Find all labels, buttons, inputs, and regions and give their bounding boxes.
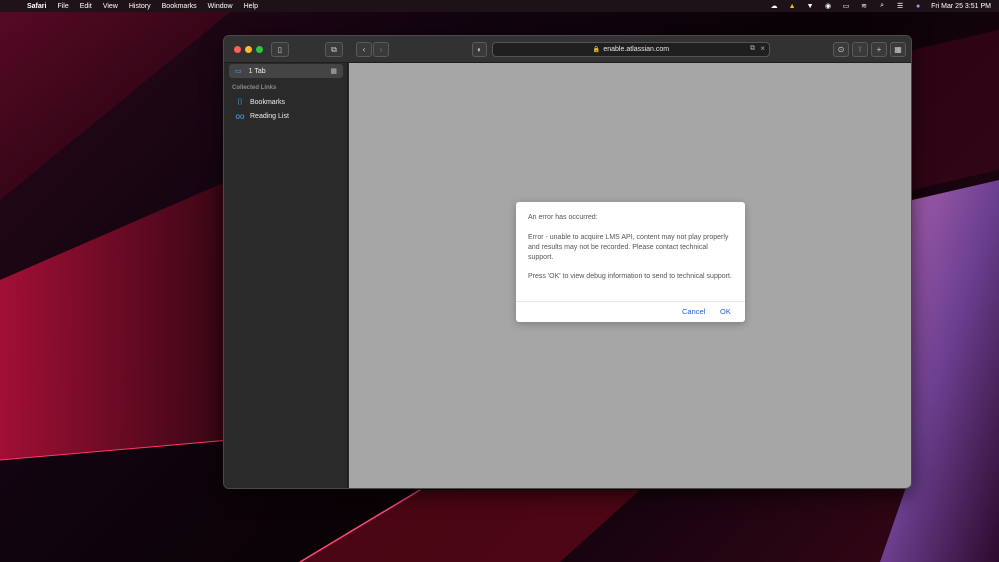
bookmark-icon: ⌷ <box>237 97 243 106</box>
error-dialog: An error has occurred: Error - unable to… <box>516 202 745 322</box>
cancel-button[interactable]: Cancel <box>682 307 705 317</box>
grid-icon: ▦ <box>894 45 902 54</box>
grid-icon[interactable]: ▦ <box>330 67 337 75</box>
control-center-icon[interactable]: ☰ <box>895 2 905 10</box>
privacy-report-button[interactable]: ◐ <box>472 42 487 57</box>
minimize-window-button[interactable] <box>245 46 252 53</box>
sidebar-section-title: Collected Links <box>232 85 277 91</box>
search-icon[interactable]: ⌕ <box>877 2 887 10</box>
close-tab-icon[interactable]: × <box>760 44 765 53</box>
siri-icon[interactable]: ● <box>913 2 923 10</box>
chevron-right-icon: › <box>379 45 383 54</box>
wifi-icon[interactable]: ≋ <box>859 2 869 10</box>
plus-icon: + <box>876 45 882 54</box>
status-area: ☁ ▲ ▼ ◉ ▭ ≋ ⌕ ☰ ● Fri Mar 25 3:51 PM <box>769 2 991 10</box>
address-bar[interactable]: 🔒 enable.atlassian.com ⧉ × <box>492 42 770 57</box>
tab-overview-button[interactable]: ▦ <box>890 42 906 57</box>
forward-button[interactable]: › <box>373 42 389 57</box>
dialog-debug-message: Press 'OK' to view debug information to … <box>528 273 732 280</box>
battery-icon[interactable]: ▭ <box>841 2 851 10</box>
chevron-left-icon: ‹ <box>362 45 366 54</box>
tab-group-icon: ⧉ <box>331 44 337 54</box>
shield-half-icon: ◐ <box>477 45 482 54</box>
menu-view[interactable]: View <box>103 3 118 10</box>
menu-bar: Safari File Edit View History Bookmarks … <box>0 0 999 12</box>
share-button[interactable]: ⇪ <box>852 42 868 57</box>
sidebar-item-label: Reading List <box>250 112 289 120</box>
safari-sidebar: ▭ 1 Tab ▦ Collected Links ⌷ Bookmarks oo… <box>224 63 348 488</box>
ok-button[interactable]: OK <box>720 307 731 317</box>
share-icon: ⇪ <box>856 45 864 54</box>
menu-edit[interactable]: Edit <box>80 3 92 10</box>
shield-icon[interactable]: ▼ <box>805 2 815 10</box>
sidebar-icon: ▯ <box>277 45 283 54</box>
address-text: enable.atlassian.com <box>603 46 670 53</box>
menu-bookmarks[interactable]: Bookmarks <box>162 3 197 10</box>
dialog-divider <box>516 301 745 302</box>
menu-file[interactable]: File <box>57 3 68 10</box>
dialog-error-message: Error - unable to acquire LMS API, conte… <box>528 234 729 261</box>
new-tab-button[interactable]: + <box>871 42 887 57</box>
glasses-icon: oo <box>235 111 245 121</box>
lock-icon: 🔒 <box>592 47 601 53</box>
cloud-icon[interactable]: ☁ <box>769 2 779 10</box>
fullscreen-window-button[interactable] <box>256 46 263 53</box>
laptop-icon: ▭ <box>235 68 242 75</box>
menu-window[interactable]: Window <box>208 3 233 10</box>
sidebar-item-label: Bookmarks <box>250 98 286 106</box>
sidebar-item-reading-list[interactable]: oo Reading List <box>234 110 289 122</box>
menu-help[interactable]: Help <box>244 3 258 10</box>
warning-icon[interactable]: ▲ <box>787 2 797 10</box>
menu-clock[interactable]: Fri Mar 25 3:51 PM <box>931 3 991 10</box>
safari-toolbar: ▯ ⧉ ‹ › ◐ 🔒 enable.atlassian.com ⧉ × ⊙ ⇪… <box>224 36 911 63</box>
sidebar-toggle-button[interactable]: ▯ <box>271 42 289 57</box>
tab-overview-icon[interactable]: ⧉ <box>750 45 755 53</box>
tab-group-button[interactable]: ⧉ <box>325 42 343 57</box>
close-window-button[interactable] <box>234 46 241 53</box>
sidebar-item-tabs[interactable]: ▭ 1 Tab ▦ <box>229 64 343 78</box>
dialog-title: An error has occurred: <box>528 214 598 221</box>
menu-history[interactable]: History <box>129 3 151 10</box>
back-button[interactable]: ‹ <box>356 42 372 57</box>
user-icon[interactable]: ◉ <box>823 2 833 10</box>
sidebar-item-bookmarks[interactable]: ⌷ Bookmarks <box>234 96 285 108</box>
download-icon: ⊙ <box>837 45 845 54</box>
downloads-button[interactable]: ⊙ <box>833 42 849 57</box>
tab-count-label: 1 Tab <box>248 67 266 75</box>
menu-safari[interactable]: Safari <box>27 3 46 10</box>
